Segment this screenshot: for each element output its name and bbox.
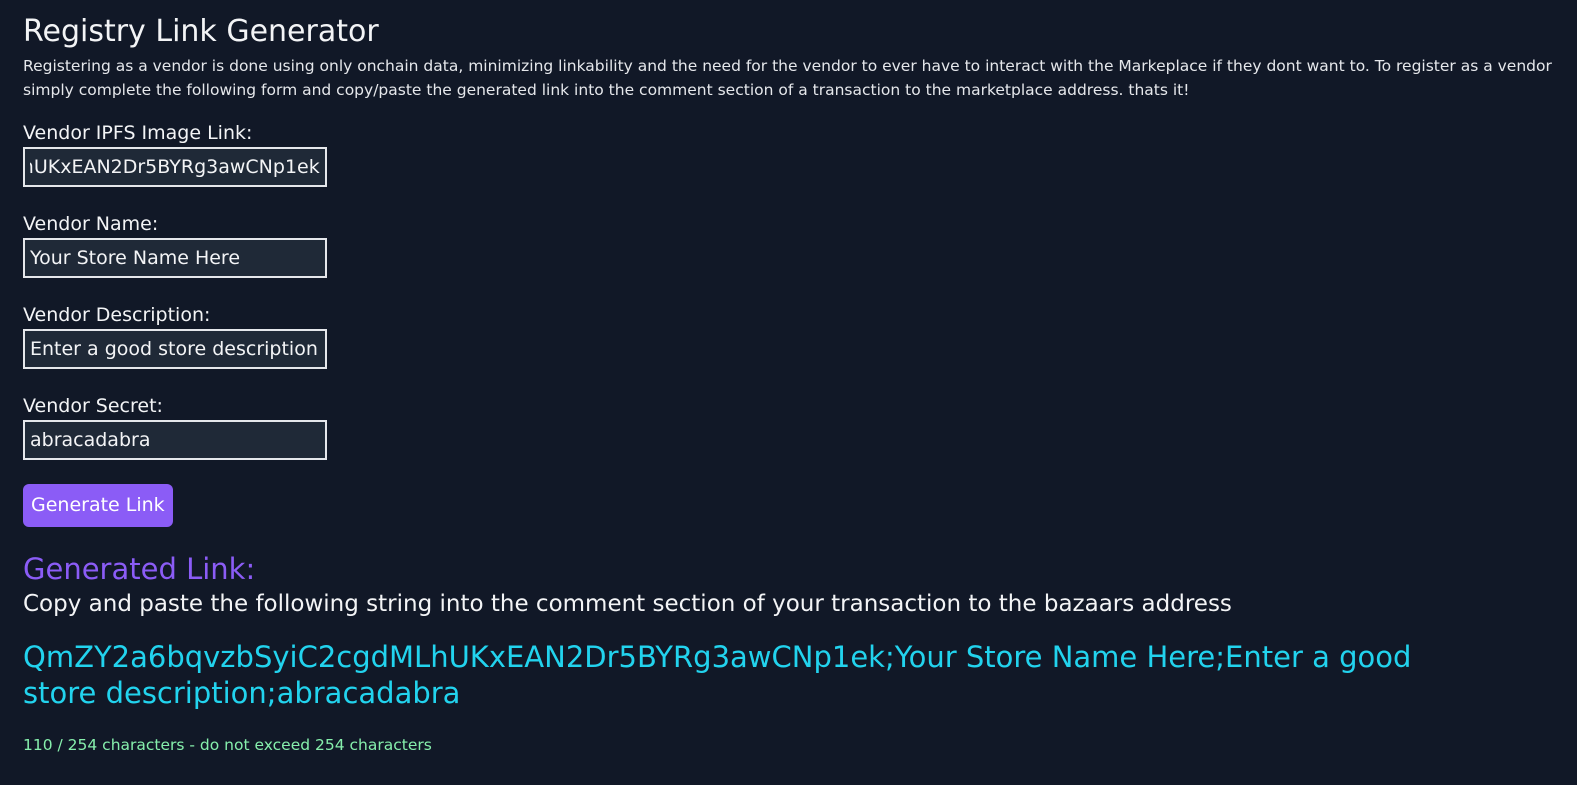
vendor-secret-input[interactable] [23,420,327,460]
vendor-name-label: Vendor Name: [23,213,159,235]
generated-link-instructions: Copy and paste the following string into… [23,591,1232,617]
page-title: Registry Link Generator [23,14,379,49]
character-count: 110 / 254 characters - do not exceed 254… [23,736,432,754]
vendor-name-input[interactable] [23,238,327,278]
registry-page: Registry Link Generator Registering as a… [23,12,1558,755]
vendor-description-input[interactable] [23,329,327,369]
vendor-description-field: Vendor Description: [23,303,1558,369]
intro-text: Registering as a vendor is done using on… [23,57,1552,99]
image-link-field: Vendor IPFS Image Link: [23,121,1558,187]
vendor-name-field: Vendor Name: [23,212,1558,278]
image-link-input[interactable] [23,147,327,187]
generated-link-string: QmZY2a6bqvzbSyiC2cgdMLhUKxEAN2Dr5BYRg3aw… [23,640,1412,710]
vendor-secret-label: Vendor Secret: [23,395,163,417]
generated-link-heading: Generated Link: [23,552,256,586]
vendor-secret-field: Vendor Secret: [23,394,1558,460]
image-link-label: Vendor IPFS Image Link: [23,122,253,144]
vendor-description-label: Vendor Description: [23,304,211,326]
generated-output: Generated Link: Copy and paste the follo… [23,551,1558,755]
generate-link-button[interactable]: Generate Link [23,484,173,527]
